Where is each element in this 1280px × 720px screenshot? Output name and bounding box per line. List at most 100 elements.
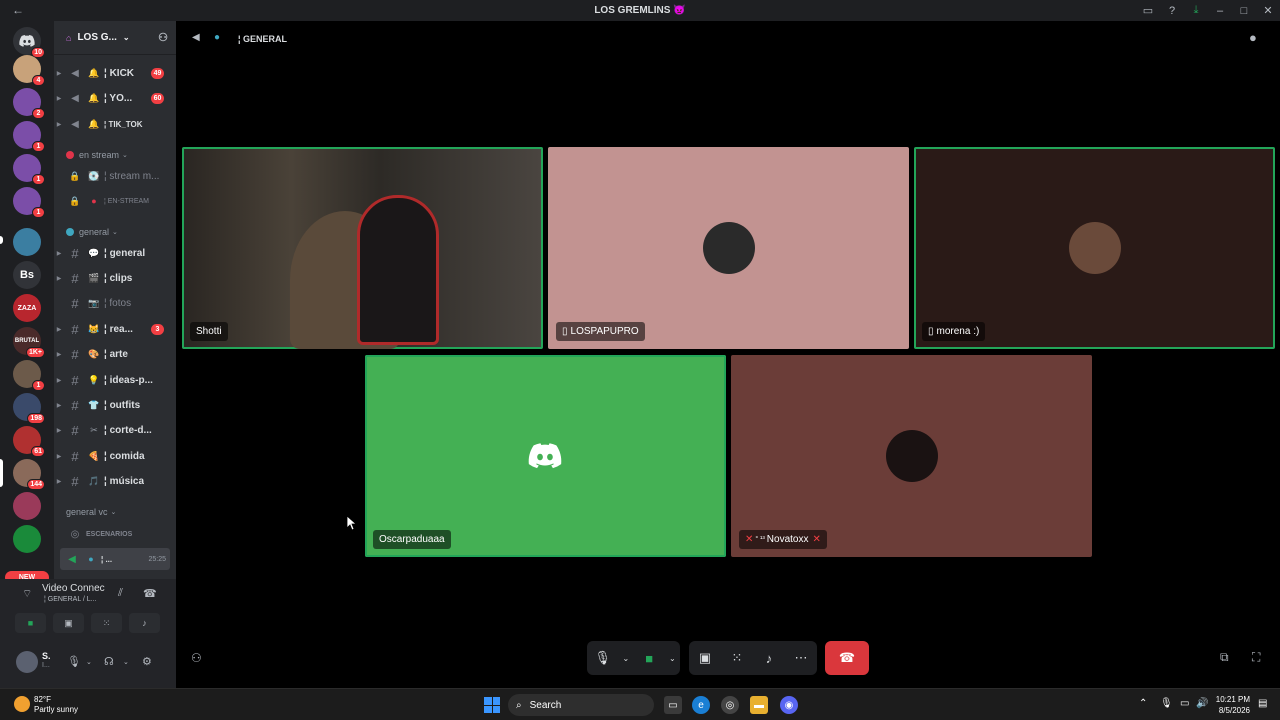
server-icon-10[interactable]: 1 bbox=[13, 360, 45, 391]
server-icon-6[interactable] bbox=[13, 228, 41, 256]
channel-tiktok[interactable]: ▶ ◀ 🔔 ¦ TIK_TOK bbox=[54, 113, 176, 135]
channel-rea[interactable]: ▶ # 😹 ¦ rea... 3 bbox=[54, 318, 176, 340]
home-discord-icon[interactable]: 10 bbox=[13, 27, 45, 58]
download-icon[interactable]: ⤓ bbox=[1184, 0, 1208, 21]
server-icon-1[interactable]: 4 bbox=[13, 55, 45, 86]
channel-musica[interactable]: ▶ # 🎵 ¦ música bbox=[54, 470, 176, 492]
taskbar-search[interactable]: ⌕ Search bbox=[508, 694, 654, 716]
chevron-down-icon[interactable]: ⌄ bbox=[621, 645, 631, 671]
screen-share-button[interactable]: ▣ bbox=[692, 645, 718, 671]
channel-escenarios[interactable]: ◎ ESCENARIOS bbox=[54, 523, 176, 545]
channel-ideas[interactable]: ▶ # 💡 ¦ ideas-p... bbox=[54, 369, 176, 391]
camera-button[interactable]: ■ bbox=[636, 645, 662, 671]
bell-icon: 🔔 bbox=[88, 67, 100, 78]
chevron-down-icon[interactable]: ⌄ bbox=[86, 658, 92, 666]
channel-general[interactable]: ▶ # 💬 ¦ general bbox=[54, 242, 176, 264]
tray-overflow-icon[interactable]: ⌃ bbox=[1139, 698, 1147, 709]
category-general-vc[interactable]: general vc ⌄ bbox=[66, 507, 116, 517]
server-icon-11[interactable]: 198 bbox=[13, 393, 45, 424]
voice-channel[interactable]: ¦ GENERAL / L... bbox=[44, 596, 97, 603]
disconnect-button[interactable]: ☎ bbox=[825, 641, 869, 675]
task-view-icon[interactable]: ▭ bbox=[664, 696, 682, 714]
more-options-button[interactable]: ⋯ bbox=[788, 645, 814, 671]
server-icon-2[interactable]: 2 bbox=[13, 88, 45, 119]
volume-icon[interactable]: 🔊 bbox=[1196, 698, 1208, 709]
weather-icon[interactable] bbox=[14, 696, 30, 712]
settings-gear-icon[interactable]: ⚙ bbox=[142, 655, 152, 668]
camera-button[interactable]: ■ bbox=[15, 613, 46, 633]
inbox-icon[interactable]: ▭ bbox=[1136, 0, 1160, 21]
channel-emoji-icon: 💽 bbox=[88, 170, 100, 181]
server-icon-12[interactable]: 61 bbox=[13, 426, 45, 457]
server-icon-zaza[interactable]: ZAZA bbox=[13, 294, 41, 322]
chrome-icon[interactable]: ◎ bbox=[721, 696, 739, 714]
tray-microphone-icon[interactable]: 🎙 bbox=[1160, 698, 1173, 709]
chat-bubble-icon[interactable]: ● bbox=[1249, 30, 1257, 45]
server-header[interactable]: ⌂ LOS G... ⌄ ⚇ bbox=[54, 21, 176, 55]
hash-icon: # bbox=[71, 245, 79, 261]
mention-count: 3 bbox=[151, 323, 164, 335]
video-tile-morena[interactable]: ▯ morena :) bbox=[914, 147, 1275, 349]
channel-comida[interactable]: ▶ # 🍕 ¦ comida bbox=[54, 445, 176, 467]
channel-kick[interactable]: ▶ ◀ 🔔 ¦ KICK 49 bbox=[54, 62, 176, 84]
video-tile-shotti[interactable]: Shotti bbox=[182, 147, 543, 349]
voice-status[interactable]: Video Connec bbox=[42, 583, 105, 594]
weather-temperature[interactable]: 82°F bbox=[34, 695, 51, 704]
user-avatar[interactable] bbox=[16, 651, 38, 673]
video-tile-lospapupro[interactable]: ▯ LOSPAPUPRO bbox=[548, 147, 909, 349]
channel-arte[interactable]: ▶ # 🎨 ¦ arte bbox=[54, 343, 176, 365]
headphones-icon[interactable]: ☊ bbox=[104, 655, 114, 668]
maximize-icon[interactable]: □ bbox=[1232, 0, 1256, 21]
help-icon[interactable]: ? bbox=[1160, 0, 1184, 21]
noise-suppression-icon[interactable]: ⫽ bbox=[118, 587, 123, 600]
channel-fotos[interactable]: # 📷 ¦ fotos bbox=[54, 292, 176, 314]
server-icon-14[interactable] bbox=[13, 492, 41, 520]
channel-corte[interactable]: ▶ # ✂ ¦ corte-d... bbox=[54, 419, 176, 441]
participant-name-label: Shotti bbox=[190, 322, 228, 341]
channel-outfits[interactable]: ▶ # 👕 ¦ outfits bbox=[54, 394, 176, 416]
invite-user-icon[interactable]: ⚇ bbox=[191, 651, 202, 665]
username[interactable]: S. bbox=[42, 651, 51, 661]
server-icon-15[interactable] bbox=[13, 525, 41, 553]
clock-time: 10:21 PM bbox=[1215, 695, 1250, 704]
signal-icon[interactable]: ⌔ bbox=[22, 587, 32, 601]
soundboard-button[interactable]: ♪ bbox=[756, 645, 782, 671]
channel-clips[interactable]: ▶ # 🎬 ¦ clips bbox=[54, 267, 176, 289]
video-tile-novatoxx[interactable]: ✕ ° ¹³ Novatoxx ✕ bbox=[731, 355, 1092, 557]
screen-share-button[interactable]: ▣ bbox=[53, 613, 84, 633]
activities-button[interactable]: ⁙ bbox=[724, 645, 750, 671]
microphone-icon[interactable]: 🎙 bbox=[67, 655, 81, 668]
server-icon-brutal[interactable]: BRUTAL 1K+ bbox=[13, 327, 45, 358]
activities-button[interactable]: ⁙ bbox=[91, 613, 122, 633]
network-icon[interactable]: ▭ bbox=[1180, 698, 1189, 709]
chevron-down-icon[interactable]: ⌄ bbox=[123, 658, 129, 666]
start-button[interactable] bbox=[484, 697, 500, 713]
server-icon-13[interactable]: 144 bbox=[13, 459, 45, 490]
discord-taskbar-icon[interactable]: ◉ bbox=[780, 696, 798, 714]
channel-stream-m[interactable]: 🔒 💽 ¦ stream m... bbox=[54, 165, 176, 187]
channel-general-vc-active[interactable]: ◀ ● ¦ ... 25:25 bbox=[60, 548, 170, 570]
video-tile-oscarpaduaaa[interactable]: Oscarpaduaaa bbox=[365, 355, 726, 557]
disconnect-icon[interactable]: ☎ bbox=[143, 587, 157, 600]
server-icon-bs[interactable]: Bs bbox=[13, 261, 41, 289]
close-icon[interactable]: ✕ bbox=[1256, 0, 1280, 21]
edge-browser-icon[interactable]: e bbox=[692, 696, 710, 714]
fullscreen-icon[interactable]: ⛶ bbox=[1252, 650, 1260, 665]
server-icon-5[interactable]: 1 bbox=[13, 187, 45, 218]
server-icon-4[interactable]: 1 bbox=[13, 154, 45, 185]
chevron-down-icon[interactable]: ⌄ bbox=[667, 645, 677, 671]
soundboard-button[interactable]: ♪ bbox=[129, 613, 160, 633]
server-icon-3[interactable]: 1 bbox=[13, 121, 45, 152]
file-explorer-icon[interactable]: ▬ bbox=[750, 696, 768, 714]
notification-icon[interactable]: ▤ bbox=[1258, 698, 1267, 709]
category-en-stream[interactable]: en stream ⌄ bbox=[66, 150, 128, 160]
category-general[interactable]: general ⌄ bbox=[66, 227, 118, 237]
minimize-icon[interactable]: – bbox=[1208, 0, 1232, 21]
channel-youtube[interactable]: ▶ ◀ 🔔 ¦ YO... 60 bbox=[54, 87, 176, 109]
popout-icon[interactable]: ⧉ bbox=[1220, 650, 1229, 665]
channel-en-stream[interactable]: 🔒 ● ¦ EN-STREAM bbox=[54, 190, 176, 212]
microphone-button[interactable]: 🎙 bbox=[590, 645, 616, 671]
weather-condition[interactable]: Partly sunny bbox=[34, 705, 78, 714]
taskbar-clock[interactable]: 10:21 PM 8/5/2026 bbox=[1216, 694, 1250, 716]
add-member-icon[interactable]: ⚇ bbox=[158, 31, 168, 44]
